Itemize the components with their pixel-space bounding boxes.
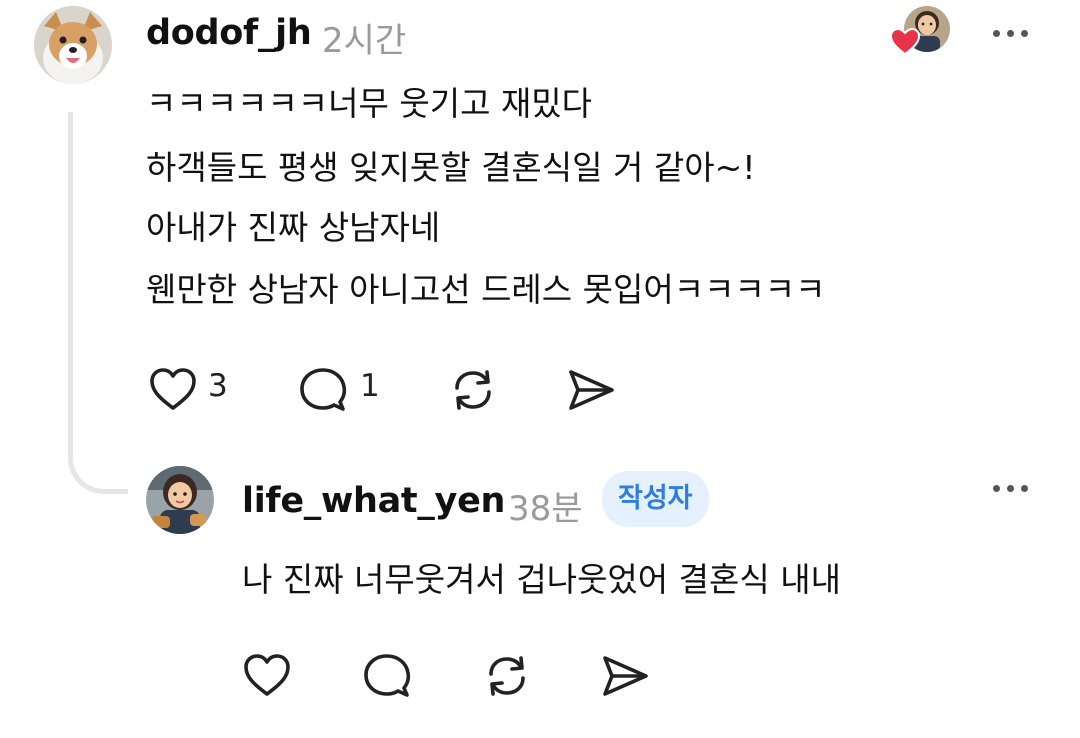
reply-repost-button[interactable] xyxy=(482,652,532,700)
repost-arrows-icon xyxy=(455,370,491,410)
send-icon xyxy=(569,370,614,410)
more-dots-icon[interactable] xyxy=(993,23,1028,43)
author-badge: 작성자 xyxy=(602,471,709,527)
reply-username[interactable]: life_what_yen xyxy=(242,481,505,521)
reply-reply-button[interactable] xyxy=(362,652,412,700)
comment-text-line-2: 하객들도 평생 잊지못할 결혼식일 거 같아~! xyxy=(146,148,756,187)
share-button[interactable] xyxy=(566,366,616,414)
heart-outline-icon xyxy=(150,368,196,410)
repost-button[interactable] xyxy=(448,366,498,414)
red-heart-icon xyxy=(889,27,921,56)
like-count: 3 xyxy=(208,368,228,404)
reply-count: 1 xyxy=(360,368,380,404)
commenter-avatar[interactable] xyxy=(34,6,112,84)
reply-button[interactable] xyxy=(298,366,348,414)
reply-share-button[interactable] xyxy=(600,652,650,700)
repost-arrows-icon xyxy=(489,656,525,696)
heart-outline-icon xyxy=(244,654,290,696)
speech-bubble-icon xyxy=(300,368,347,411)
speech-bubble-icon xyxy=(364,654,411,697)
comment-text-line-1: ㅋㅋㅋㅋㅋㅋ너무 웃기고 재밌다 xyxy=(146,84,593,123)
comment-text-line-3: 아내가 진짜 상남자네 xyxy=(146,208,441,247)
reply-text: 나 진짜 너무웃겨서 겁나웃었어 결혼식 내내 xyxy=(242,560,841,599)
more-dots-icon[interactable] xyxy=(993,478,1028,498)
thread-connector-line xyxy=(68,112,128,494)
comment-username[interactable]: dodof_jh xyxy=(146,13,312,53)
reply-like-button[interactable] xyxy=(242,652,292,698)
send-icon xyxy=(603,656,648,696)
comment-timestamp: 2시간 xyxy=(322,21,407,61)
like-button[interactable] xyxy=(148,366,198,412)
comment-text-line-4: 웬만한 상남자 아니고선 드레스 못입어ㅋㅋㅋㅋㅋ xyxy=(146,270,826,309)
reply-timestamp: 38분 xyxy=(508,489,583,529)
replier-avatar[interactable] xyxy=(146,466,214,534)
